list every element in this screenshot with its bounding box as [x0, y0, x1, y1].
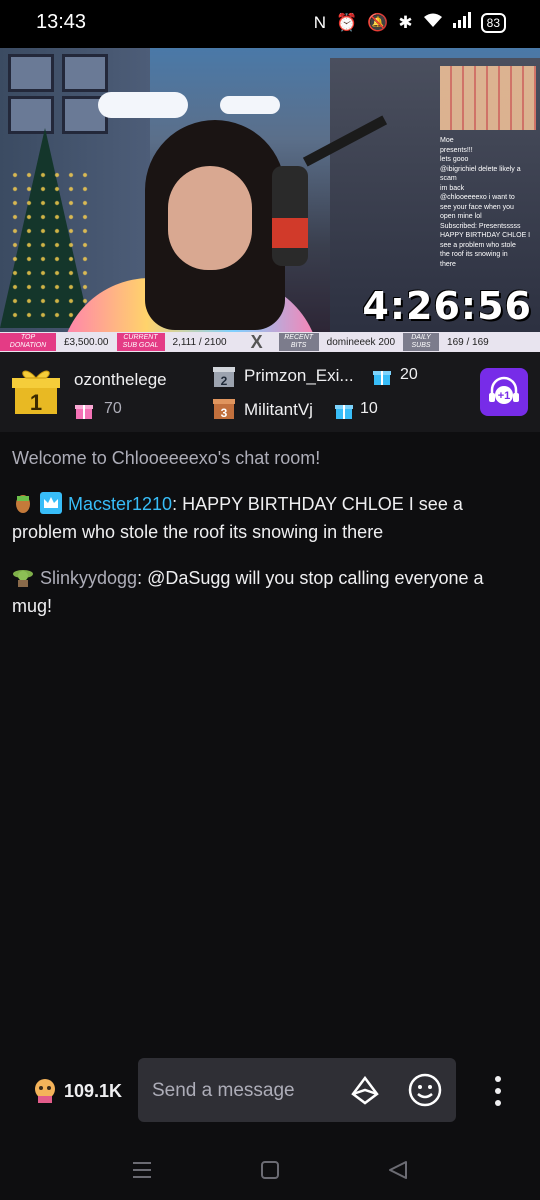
system-nav-bar: [0, 1140, 540, 1200]
leaderboard-second-count: 20: [400, 366, 418, 383]
x-logo: X: [250, 331, 263, 352]
leaderboard-first-name: ozonthelege: [74, 370, 167, 389]
status-icons: N ⏰ 🔕 ✱ 83: [314, 12, 506, 33]
gift-rank-1-icon: 1: [12, 370, 60, 415]
svg-text:2: 2: [221, 374, 228, 388]
viewer-count-value: 109.1K: [64, 1080, 123, 1101]
stream-chat-overlay: Moe presents!!! lets gooo @ibigrichiel d…: [440, 137, 531, 268]
top-donation-value: £3,500.00: [64, 336, 109, 348]
back-icon[interactable]: [386, 1158, 410, 1182]
bluetooth-icon: ✱: [398, 12, 413, 32]
yoda-badge-icon: [13, 570, 33, 587]
wifi-icon: [423, 12, 443, 33]
leaderboard-second-name: Primzon_Exi...: [244, 366, 354, 385]
stream-ticker: TOP DONATION £3,500.00 CURRENT SUB GOAL …: [0, 332, 540, 352]
chat-input-bar: 109.1K: [0, 1050, 540, 1130]
svg-text:+1: +1: [498, 390, 511, 402]
chat-welcome-message: Welcome to Chlooeeeexo's chat room!: [12, 448, 321, 468]
chat-message: Slinkyydogg: @DaSugg will you stop calli…: [12, 564, 528, 620]
send-message-input[interactable]: [150, 1058, 354, 1124]
sub-goal-label: CURRENT SUB GOAL: [116, 333, 165, 351]
alarm-icon: ⏰: [336, 12, 358, 32]
battery-icon: 83: [480, 12, 506, 33]
plus-one-button[interactable]: +1: [480, 368, 528, 416]
streamer: [168, 166, 252, 270]
gift-leaderboard[interactable]: 1 ozonthelege 70 2 Primzon_Exi... 20 3 M…: [0, 352, 540, 432]
gift-rank-2-icon: 2: [213, 367, 235, 388]
recent-bits-value: domineeek 200: [326, 336, 396, 348]
recent-apps-icon[interactable]: [130, 1158, 154, 1182]
svg-text:1: 1: [30, 390, 42, 415]
daily-subs-value: 169 / 169: [447, 336, 489, 348]
bits-icon[interactable]: [350, 1076, 380, 1106]
gift-icon: [75, 405, 93, 419]
chat-input-box[interactable]: [138, 1058, 456, 1124]
recent-bits-label: RECENT BITS: [278, 333, 319, 351]
bits-badge-icon: [16, 495, 30, 513]
viewer-emote-icon: [35, 1079, 55, 1103]
plus-one-icon: +1: [489, 376, 519, 404]
signal-icon: [452, 12, 471, 33]
gift-rank-3-icon: 3: [213, 399, 235, 420]
emote-wall: [440, 66, 536, 130]
more-options-icon[interactable]: [488, 1074, 508, 1108]
emote-picker-icon[interactable]: [408, 1073, 442, 1107]
chat-username[interactable]: Slinkyydogg: [40, 568, 137, 588]
daily-subs-label: DAILY SUBS: [403, 333, 440, 351]
top-donation-label: TOP DONATION: [0, 333, 56, 351]
gift-icon: [335, 405, 353, 419]
microphone: [272, 166, 308, 266]
home-icon[interactable]: [258, 1158, 282, 1182]
chat-username[interactable]: Macster1210: [68, 494, 172, 514]
chat-message: Macster1210: HAPPY BIRTHDAY CHLOE I see …: [12, 490, 528, 546]
video-player[interactable]: Moe presents!!! lets gooo @ibigrichiel d…: [0, 48, 540, 352]
viewer-count[interactable]: 109.1K: [32, 1078, 122, 1104]
crown-badge-icon: [40, 492, 62, 514]
leaderboard-first-count: 70: [104, 400, 122, 417]
leaderboard-third-name: MilitantVj: [244, 400, 313, 419]
leaderboard-third-count: 10: [360, 400, 378, 417]
stream-timer: 4:26:56: [362, 284, 532, 328]
mute-icon: 🔕: [367, 12, 389, 32]
nfc-icon: N: [313, 12, 327, 32]
status-bar: 13:43 N ⏰ 🔕 ✱ 83: [0, 0, 540, 48]
chat-room: Welcome to Chlooeeeexo's chat room! Macs…: [12, 440, 528, 620]
svg-text:3: 3: [221, 406, 228, 420]
sub-goal-value: 2,111 / 2100: [172, 336, 227, 348]
gift-icon: [373, 371, 391, 385]
status-time: 13:43: [36, 11, 87, 33]
